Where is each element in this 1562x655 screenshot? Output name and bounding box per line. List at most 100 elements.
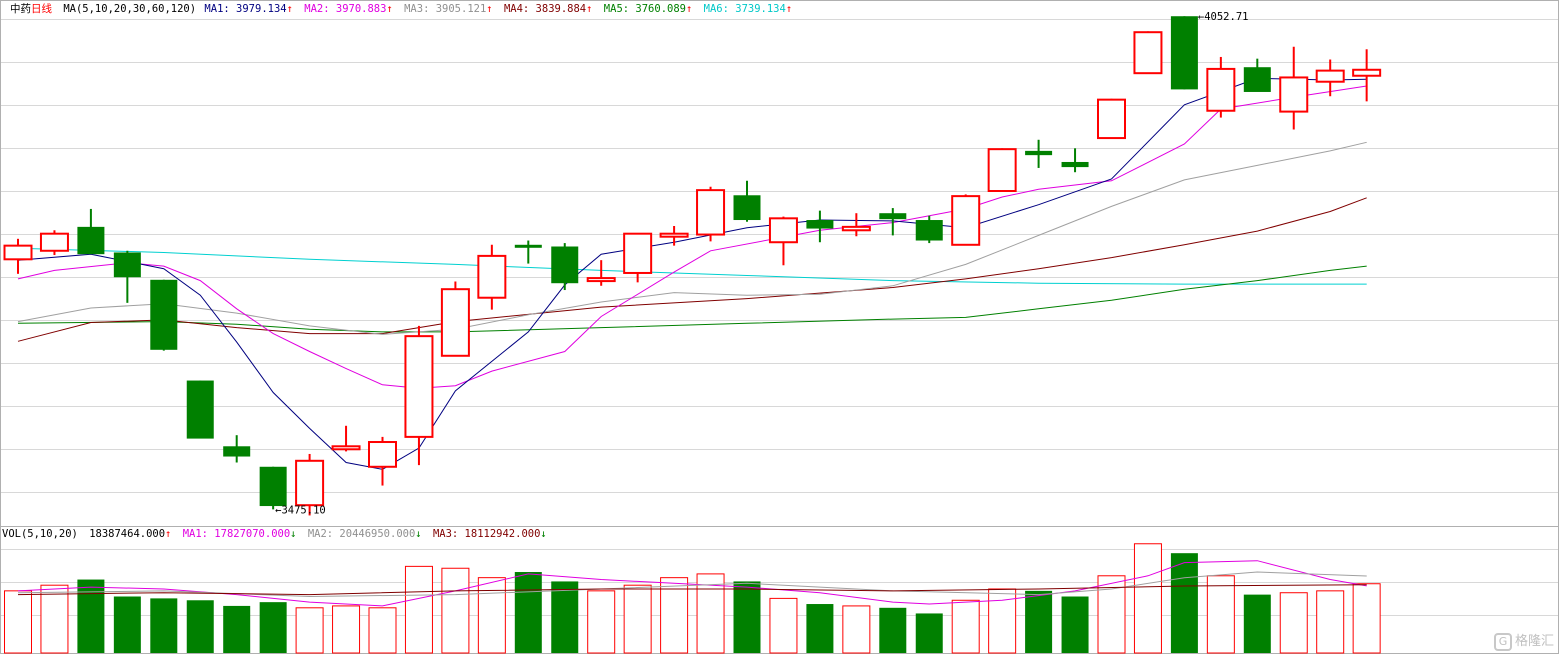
volume-bar <box>1061 596 1089 653</box>
vol-ma1-arrow: ↓ <box>290 528 297 540</box>
candle-body <box>404 335 434 438</box>
volume-bar <box>769 597 798 654</box>
volume-bar <box>259 602 287 653</box>
candle-body <box>368 441 397 468</box>
candle-body <box>1097 98 1126 140</box>
candle-body <box>1352 68 1382 77</box>
volume-bar <box>915 613 943 653</box>
volume-bar <box>368 607 397 654</box>
candle-body <box>77 226 105 255</box>
candle-body <box>1133 31 1163 75</box>
ma-line-ma2 <box>17 85 1367 389</box>
candle-body <box>39 232 69 252</box>
ma4-arrow: ↑ <box>586 3 593 15</box>
volume-bar <box>40 584 69 654</box>
ma3-value: MA3: 3905.121 <box>404 3 487 15</box>
candle-body <box>1206 67 1236 112</box>
vol-ma1-value: MA1: 17827070.000 <box>182 528 291 540</box>
candle-body <box>113 252 141 278</box>
volume-bar <box>623 584 652 654</box>
watermark-icon: G <box>1493 633 1512 651</box>
vol-ma2-value: MA2: 20446950.000 <box>307 528 416 540</box>
ma-line-ma5 <box>17 265 1367 333</box>
volume-legend: VOL(5,10,20) 18387464.000↑ MA1: 17827070… <box>2 528 552 540</box>
watermark-logo: G 格隆汇 <box>1493 630 1554 651</box>
low-marker: ←3475.10 <box>275 504 326 516</box>
volume-bar <box>295 607 324 654</box>
candle-body <box>623 232 653 274</box>
volume-bar <box>441 567 470 654</box>
volume-bar <box>77 579 105 653</box>
volume-bar <box>1316 590 1345 654</box>
vol-ma3-arrow: ↓ <box>540 528 547 540</box>
volume-bar <box>587 590 616 654</box>
volume-bar <box>186 600 214 653</box>
ma4-value: MA4: 3839.884 <box>503 3 587 15</box>
volume-ma-line-ma3 <box>17 584 1367 596</box>
vol-value: 18387464.000 <box>89 528 166 540</box>
ma2-arrow: ↑ <box>386 3 393 15</box>
candle-body <box>259 466 287 507</box>
ma1-arrow: ↑ <box>286 3 293 15</box>
ma5-arrow: ↑ <box>685 3 693 15</box>
volume-bar <box>1279 592 1308 654</box>
candle-body <box>1025 150 1053 156</box>
ma6-arrow: ↑ <box>785 3 793 15</box>
candlestick-chart: ←4052.71 ←3475.10 <box>0 0 1559 654</box>
volume-bar <box>951 599 980 654</box>
candle-body <box>586 277 616 283</box>
volume-bar <box>404 565 433 654</box>
volume-bar <box>1170 553 1198 653</box>
candle-body <box>186 380 214 439</box>
vol-arrow: ↑ <box>165 528 172 540</box>
volume-bar <box>1206 575 1235 654</box>
candle-body <box>440 288 470 357</box>
ma3-arrow: ↑ <box>486 3 493 15</box>
volume-bar <box>332 605 361 654</box>
volume-bar <box>988 588 1017 654</box>
candle-body <box>295 459 325 507</box>
candle-body <box>987 148 1017 193</box>
period-label: 日线 <box>31 3 52 15</box>
candle-body <box>223 446 251 457</box>
vol-group-label: VOL(5,10,20) <box>2 528 78 540</box>
volume-bar <box>1243 594 1271 653</box>
ma5-value: MA5: 3760.089 <box>603 3 686 15</box>
candle-body <box>150 279 178 350</box>
volume-bar <box>113 596 141 653</box>
ma6-value: MA6: 3739.134 <box>703 3 786 15</box>
volume-bar <box>733 581 761 653</box>
candle-body <box>1170 16 1198 90</box>
volume-bar <box>806 604 834 653</box>
ma-group-label: MA(5,10,20,30,60,120) <box>63 3 197 15</box>
volume-ma-line-ma1 <box>17 560 1367 607</box>
candle-body <box>951 195 981 246</box>
candle-body <box>733 195 761 221</box>
volume-bar <box>842 605 871 654</box>
candle-body <box>768 217 798 244</box>
ma-line-ma6 <box>17 247 1367 285</box>
main-legend: 中药日线 MA(5,10,20,30,60,120) MA1: 3979.134… <box>10 1 797 16</box>
volume-bar <box>1133 543 1162 654</box>
candle-body <box>915 220 943 241</box>
volume-bar <box>4 590 32 654</box>
ma2-value: MA2: 3970.883 <box>304 3 387 15</box>
vol-ma2-arrow: ↓ <box>415 528 422 540</box>
candle-body <box>806 220 834 229</box>
volume-bar <box>514 572 542 653</box>
volume-bar <box>477 577 506 654</box>
candle-body <box>3 244 33 261</box>
ma-line-ma4 <box>17 197 1367 342</box>
volume-bar <box>879 607 907 653</box>
candle-body <box>696 189 726 236</box>
candle-body <box>1061 161 1089 168</box>
candle-body <box>841 225 871 232</box>
volume-bar <box>223 605 251 653</box>
candle-body <box>477 254 507 299</box>
candle-body <box>1315 69 1345 83</box>
candle-body <box>1279 76 1309 113</box>
vol-ma3-value: MA3: 18112942.000 <box>432 528 541 540</box>
volume-bar <box>551 581 579 653</box>
candle-body <box>331 445 361 451</box>
volume-bar <box>1025 590 1053 653</box>
